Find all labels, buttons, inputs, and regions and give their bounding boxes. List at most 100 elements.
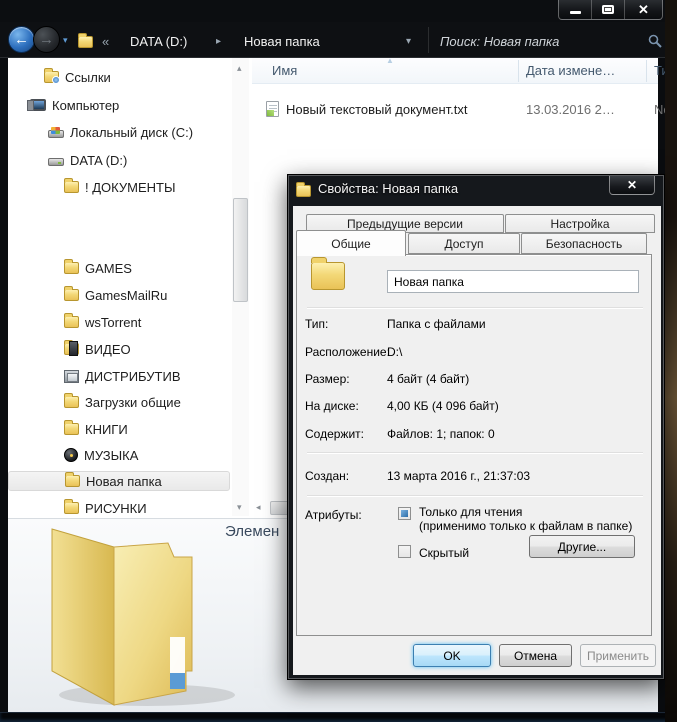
- breadcrumb-overflow-chevrons[interactable]: «: [102, 34, 109, 49]
- list-header: ▲ Имя Дата измене… Тип: [252, 58, 658, 84]
- search-divider: [428, 27, 429, 53]
- breadcrumb-separator-icon[interactable]: ▸: [216, 36, 221, 47]
- drive-icon: [48, 158, 64, 166]
- minimize-icon: [570, 11, 581, 14]
- forward-icon: →: [39, 31, 54, 48]
- sidebar-item-pictures[interactable]: РИСУНКИ: [64, 498, 147, 518]
- sidebar-item-documents[interactable]: ! ДОКУМЕНТЫ: [64, 177, 175, 197]
- folder-icon: [64, 289, 79, 301]
- folder-name-input[interactable]: [387, 270, 639, 293]
- sidebar-item-downloads[interactable]: Загрузки общие: [64, 392, 181, 412]
- divider: [307, 307, 643, 309]
- field-label: Расположение:: [305, 345, 390, 359]
- window-titlebar: ✕: [0, 0, 677, 22]
- text-document-icon: [266, 101, 279, 117]
- hard-disk-icon: [48, 130, 64, 138]
- field-value: 4,00 КБ (4 096 байт): [387, 399, 499, 413]
- ok-button[interactable]: OK: [413, 644, 491, 667]
- scroll-up-icon[interactable]: ▴: [237, 63, 242, 74]
- music-disc-icon: [64, 448, 78, 462]
- column-divider[interactable]: [646, 60, 647, 82]
- close-icon: ✕: [627, 178, 637, 192]
- window-controls: ✕: [558, 0, 663, 20]
- sidebar-item-video[interactable]: ВИДЕО: [64, 339, 131, 359]
- search-input[interactable]: Поиск: Новая папка: [440, 34, 559, 49]
- dialog-title: Свойства: Новая папка: [318, 181, 458, 196]
- sidebar-item-books[interactable]: КНИГИ: [64, 419, 128, 439]
- sidebar-item-computer[interactable]: Компьютер: [30, 95, 119, 115]
- readonly-label: Только для чтения: [419, 505, 522, 519]
- dialog-close-button[interactable]: ✕: [609, 176, 655, 195]
- window-bottom-border: [0, 712, 677, 722]
- apply-button[interactable]: Применить: [580, 644, 656, 667]
- breadcrumb-dropdown-icon[interactable]: ▾: [406, 36, 411, 47]
- details-pane-text: Элемен: [225, 523, 279, 540]
- breadcrumb-drive[interactable]: DATA (D:): [130, 34, 187, 49]
- tab-general[interactable]: Общие: [296, 230, 406, 256]
- file-row[interactable]: Новый текстовый документ.txt 13.03.2016 …: [252, 100, 658, 120]
- sidebar-item-gamesmailru[interactable]: GamesMailRu: [64, 285, 167, 305]
- folder-icon: [64, 181, 79, 193]
- big-open-folder-icon: [22, 519, 244, 711]
- hidden-checkbox[interactable]: [398, 545, 411, 558]
- tab-security[interactable]: Безопасность: [521, 233, 647, 254]
- close-icon: ✕: [638, 2, 649, 18]
- sort-ascending-icon: ▲: [386, 56, 394, 65]
- computer-icon: [30, 99, 46, 111]
- sidebar-item-data-d[interactable]: DATA (D:): [48, 150, 127, 170]
- back-icon: ←: [14, 31, 29, 48]
- sidebar-item-local-disk-c[interactable]: Локальный диск (C:): [48, 122, 193, 142]
- folder-favorites-icon: [44, 71, 59, 83]
- dialog-folder-icon: [296, 185, 311, 197]
- address-folder-icon: [78, 36, 93, 48]
- forward-button[interactable]: →: [33, 26, 60, 53]
- folder-icon: [64, 396, 79, 408]
- column-header-name[interactable]: Имя: [272, 63, 297, 78]
- tab-sharing[interactable]: Доступ: [408, 233, 520, 254]
- navigation-toolbar: ← → ▾ « DATA (D:) ▸ Новая папка ▾ Поиск:…: [0, 22, 677, 58]
- breadcrumb-folder[interactable]: Новая папка: [244, 34, 320, 49]
- field-label: Размер:: [305, 372, 350, 386]
- general-tab-page: Тип: Папка с файлами Расположение: D:\ Р…: [296, 254, 652, 636]
- maximize-button[interactable]: [592, 0, 625, 19]
- other-attributes-button[interactable]: Другие...: [529, 535, 635, 558]
- sidebar-item-distributiv[interactable]: ДИСТРИБУТИВ: [64, 366, 181, 386]
- divider: [307, 452, 643, 454]
- dialog-titlebar: Свойства: Новая папка: [296, 181, 458, 196]
- hidden-label: Скрытый: [419, 546, 469, 560]
- cancel-button[interactable]: Отмена: [499, 644, 572, 667]
- sidebar-item-wstorrent[interactable]: wsTorrent: [64, 312, 141, 332]
- readonly-note: (применимо только к файлам в папке): [419, 519, 632, 533]
- readonly-checkbox[interactable]: [398, 507, 411, 520]
- scroll-down-icon[interactable]: ▾: [237, 502, 242, 513]
- close-button[interactable]: ✕: [625, 0, 662, 19]
- field-label: Тип:: [305, 317, 328, 331]
- sidebar-scrollbar-thumb[interactable]: [233, 198, 248, 302]
- folder-icon: [65, 475, 80, 487]
- sidebar-item-music[interactable]: МУЗЫКА: [64, 445, 138, 465]
- tab-customize[interactable]: Настройка: [505, 214, 655, 233]
- archive-box-icon: [64, 370, 79, 383]
- search-icon[interactable]: [648, 34, 662, 48]
- field-value: Файлов: 1; папок: 0: [387, 427, 495, 441]
- folder-icon: [311, 262, 345, 290]
- folder-icon: [64, 423, 79, 435]
- field-value: 13 марта 2016 г., 21:37:03: [387, 469, 530, 483]
- attributes-label: Атрибуты:: [305, 508, 362, 522]
- sidebar-item-links[interactable]: Ссылки: [44, 67, 111, 87]
- back-button[interactable]: ←: [8, 26, 35, 53]
- folder-video-icon: [64, 343, 79, 355]
- field-label: Создан:: [305, 469, 349, 483]
- history-dropdown-icon[interactable]: ▾: [63, 35, 68, 46]
- dialog-body: Предыдущие версии Настройка Общие Доступ…: [293, 206, 661, 675]
- minimize-button[interactable]: [559, 0, 592, 19]
- file-name: Новый текстовый документ.txt: [286, 102, 467, 117]
- desktop-strip: [665, 0, 677, 722]
- column-divider[interactable]: [518, 60, 519, 82]
- folder-icon: [64, 502, 79, 514]
- column-header-date[interactable]: Дата измене…: [526, 63, 644, 78]
- sidebar-item-games[interactable]: GAMES: [64, 258, 132, 278]
- divider: [307, 495, 643, 497]
- field-value: Папка с файлами: [387, 317, 486, 331]
- sidebar-item-new-folder[interactable]: Новая папка: [8, 471, 230, 491]
